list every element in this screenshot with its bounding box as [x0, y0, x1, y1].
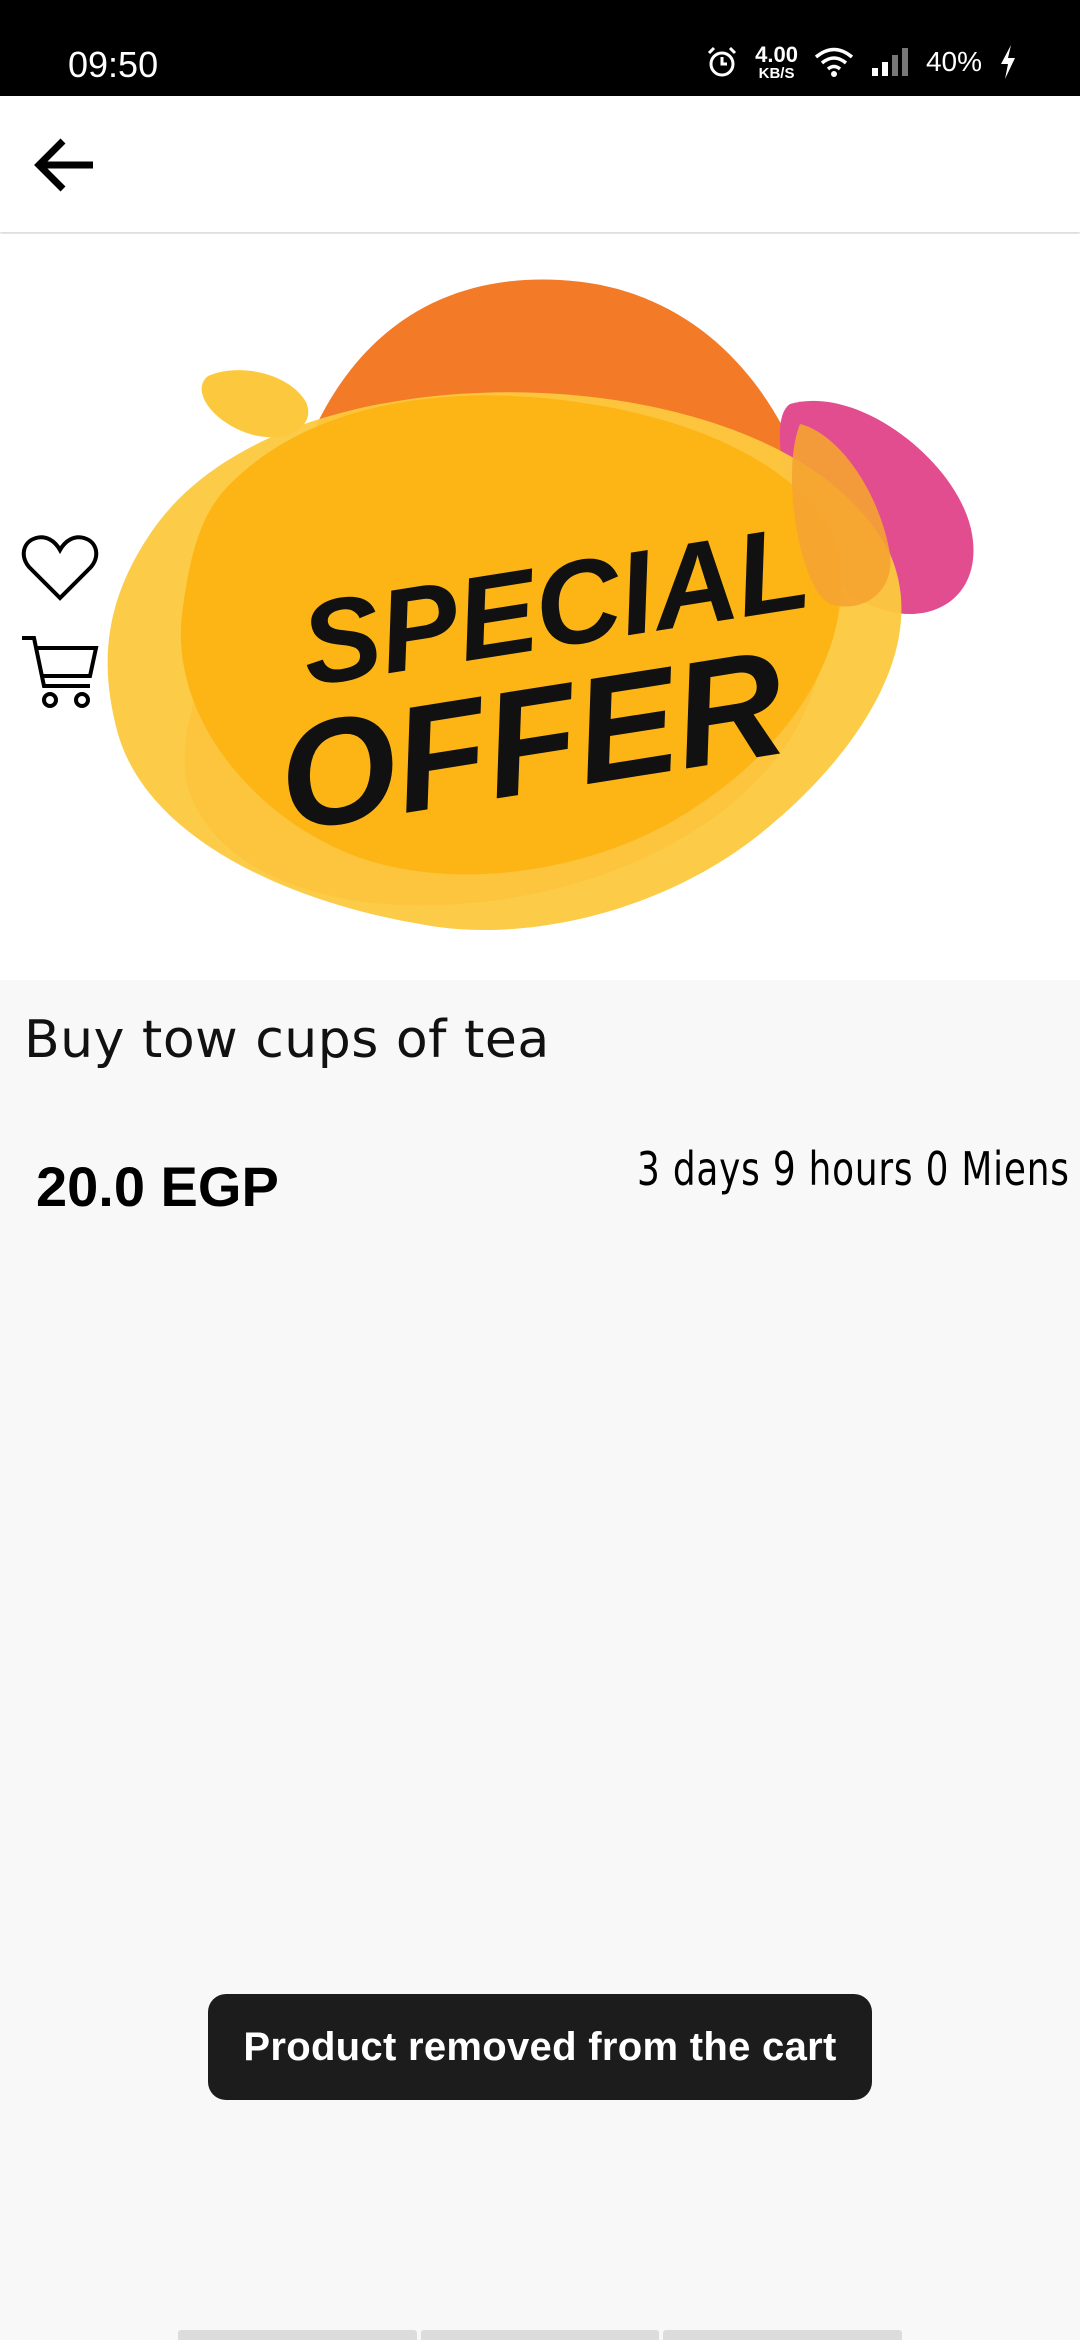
favorite-button[interactable]	[20, 532, 99, 601]
status-time: 09:50	[68, 44, 159, 85]
toast-message: Product removed from the cart	[208, 1994, 872, 2100]
back-button[interactable]	[22, 122, 108, 208]
arrow-left-icon	[34, 138, 93, 192]
wifi-icon	[814, 47, 854, 77]
network-speed: 4.00 KB/S	[755, 41, 798, 82]
bottom-edge	[178, 2330, 903, 2340]
heart-icon	[21, 535, 99, 601]
add-to-cart-button[interactable]	[20, 634, 102, 714]
special-offer-banner: SPECIAL OFFER	[107, 279, 974, 930]
signal-icon	[871, 48, 908, 76]
charging-icon	[1001, 45, 1015, 79]
product-title: Buy tow cups of tea	[24, 1010, 550, 1070]
status-bar: 09:50 4.00 KB/S 40%	[0, 0, 1080, 96]
cart-icon	[22, 636, 99, 708]
bottom-segment	[178, 2330, 417, 2340]
bottom-segment	[420, 2330, 660, 2340]
app-bar	[0, 96, 1080, 232]
bottom-segment	[663, 2330, 903, 2340]
network-speed-value: 4.00	[755, 41, 798, 67]
battery-level: 40%	[925, 46, 982, 77]
product-price: 20.0 EGP	[36, 1155, 279, 1218]
product-image-area: SPECIAL OFFER	[0, 234, 1080, 980]
alarm-icon	[708, 46, 737, 77]
offer-countdown: 3 days 9 hours 0 Miens	[637, 1142, 1070, 1196]
network-speed-unit: KB/S	[758, 64, 795, 82]
status-icons: 4.00 KB/S 40%	[705, 40, 1018, 84]
